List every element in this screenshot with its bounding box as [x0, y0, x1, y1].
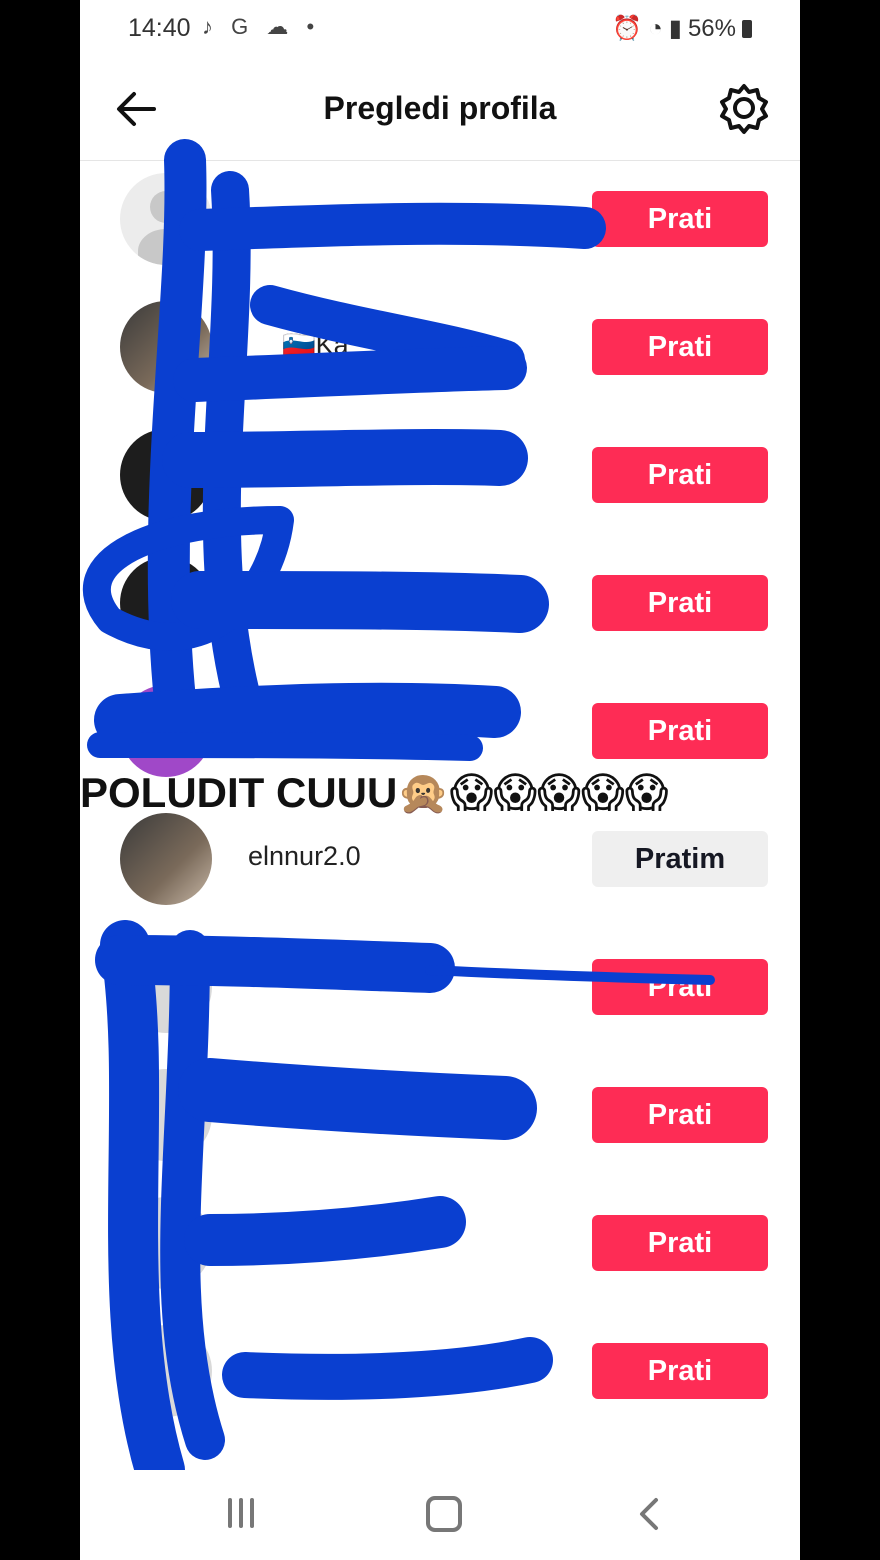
follow-button[interactable]: Prati — [592, 575, 768, 631]
alarm-icon: ⏰ — [612, 15, 643, 42]
notification-icons: ♪ G ☁ • — [202, 14, 321, 39]
avatar[interactable] — [120, 429, 212, 521]
nav-back-icon[interactable] — [636, 1496, 662, 1532]
avatar[interactable] — [120, 941, 212, 1033]
list-item[interactable]: Prati — [80, 547, 800, 657]
status-time: 14:40 — [128, 14, 191, 42]
list-item[interactable]: Prati — [80, 1059, 800, 1169]
list-item[interactable]: Prati — [80, 1187, 800, 1297]
recents-icon[interactable] — [228, 1498, 258, 1528]
avatar[interactable] — [120, 173, 212, 265]
follow-button[interactable]: Prati — [592, 191, 768, 247]
follow-button[interactable]: Prati — [592, 319, 768, 375]
battery-icon — [742, 19, 752, 38]
gear-icon[interactable] — [716, 80, 772, 136]
username[interactable]: 🇸🇮Ka — [282, 329, 349, 361]
list-item[interactable]: Prati — [80, 163, 800, 273]
list-item[interactable]: Prati — [80, 419, 800, 529]
page-title: Pregledi profila — [323, 90, 557, 126]
avatar[interactable] — [120, 1069, 212, 1161]
follow-button[interactable]: Prati — [592, 959, 768, 1015]
navigation-bar — [80, 1470, 800, 1560]
follow-button[interactable]: Prati — [592, 1215, 768, 1271]
header: Pregledi profila — [80, 60, 800, 161]
battery-percent: 56% — [687, 14, 736, 42]
avatar[interactable] — [120, 685, 212, 777]
follow-button[interactable]: Prati — [592, 703, 768, 759]
signal-icon: ▮ — [668, 15, 682, 42]
overlay-caption: POLUDIT CUUU🙊😱😱😱😱😱 — [80, 769, 669, 816]
following-button[interactable]: Pratim — [592, 831, 768, 887]
avatar[interactable] — [120, 301, 212, 393]
list-item[interactable]: elnnur2.0 Pratim — [80, 803, 800, 913]
avatar[interactable] — [120, 1325, 212, 1417]
list-item[interactable]: Prati — [80, 931, 800, 1041]
follow-button[interactable]: Prati — [592, 447, 768, 503]
list-item[interactable]: Prati — [80, 1315, 800, 1425]
avatar[interactable] — [120, 813, 212, 905]
home-icon[interactable] — [426, 1496, 462, 1532]
follow-button[interactable]: Prati — [592, 1087, 768, 1143]
status-bar: 14:40 ♪ G ☁ • ⏰ ◔ ▮ 56% — [80, 0, 800, 60]
follow-button[interactable]: Prati — [592, 1343, 768, 1399]
avatar[interactable] — [120, 557, 212, 649]
avatar[interactable] — [120, 1197, 212, 1289]
wifi-icon: ◔ — [648, 14, 663, 42]
phone-screen: 14:40 ♪ G ☁ • ⏰ ◔ ▮ 56% Pregledi profila… — [80, 0, 800, 1560]
list-item[interactable]: 🇸🇮Ka Prati — [80, 291, 800, 401]
username[interactable]: elnnur2.0 — [248, 841, 361, 872]
status-right: ⏰ ◔ ▮ 56% — [612, 14, 752, 43]
